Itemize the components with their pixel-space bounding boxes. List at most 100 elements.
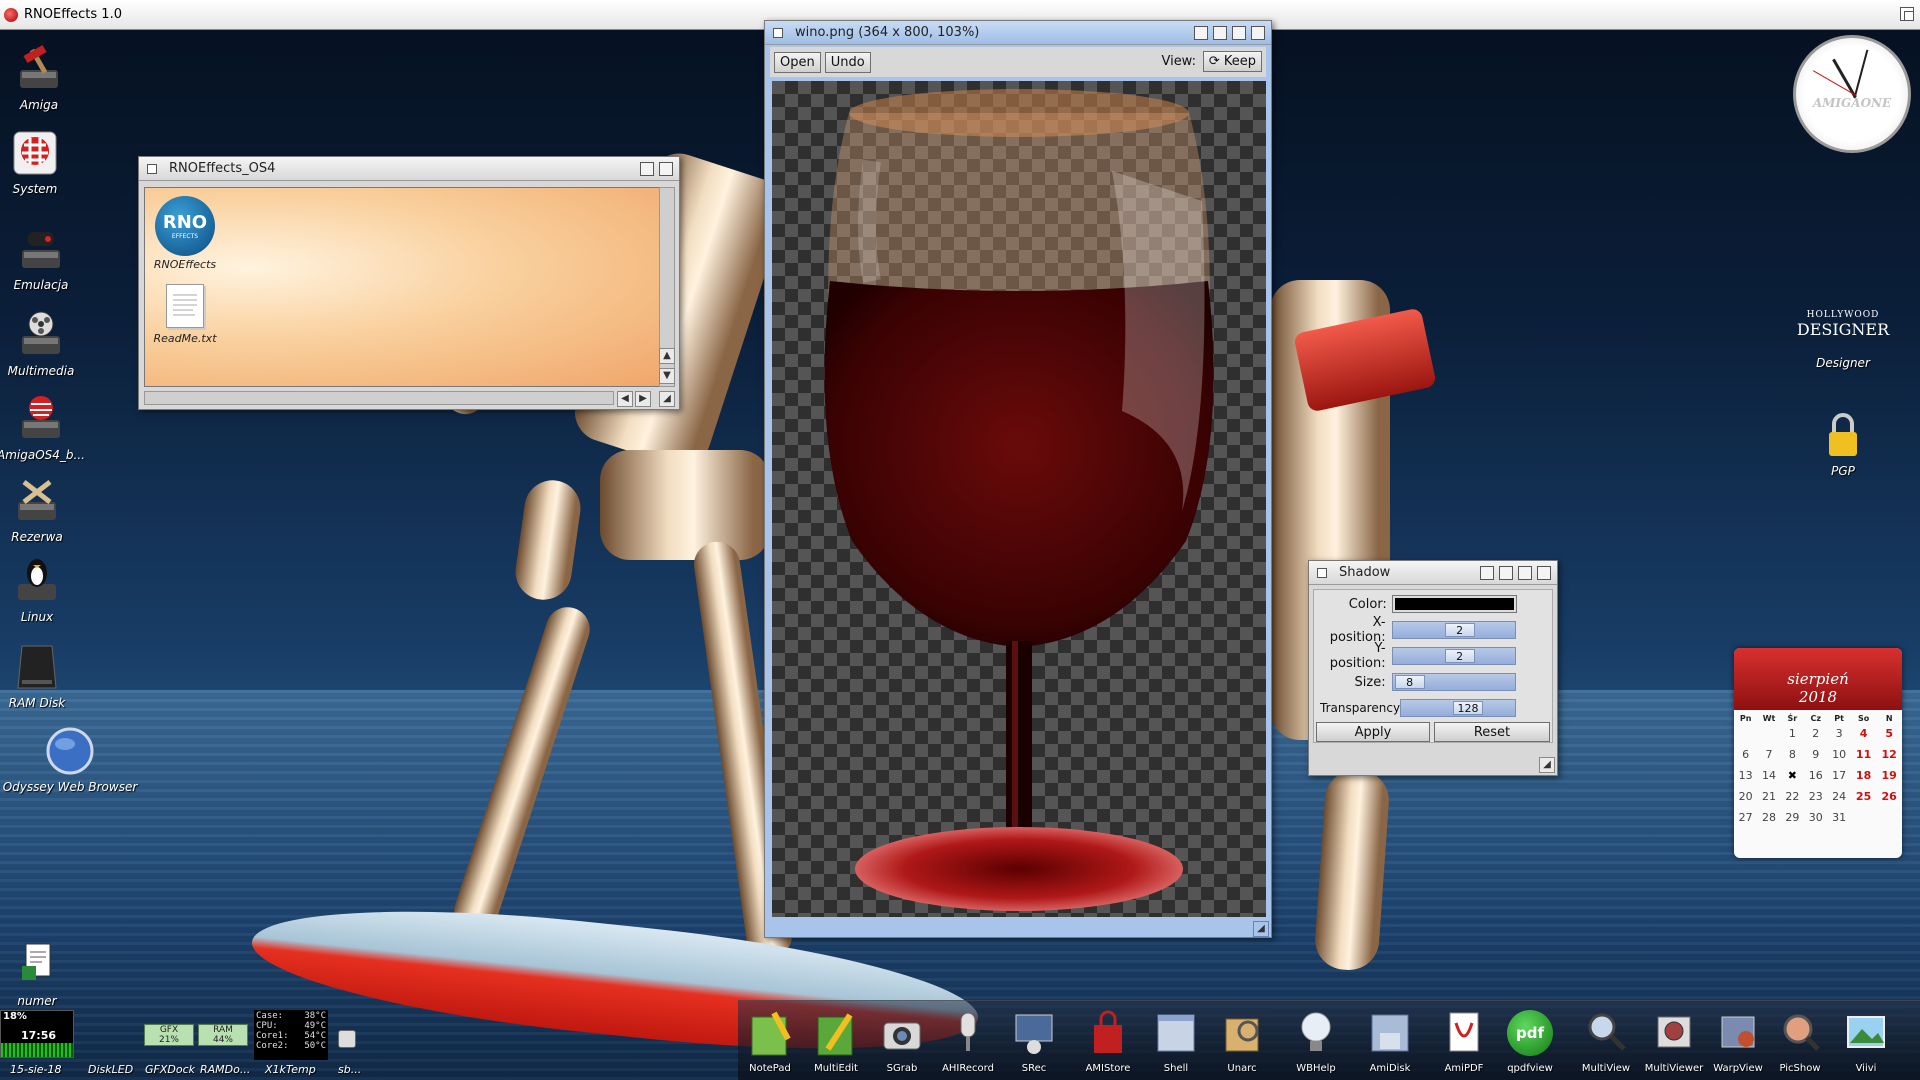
- dock-ahirecord[interactable]: AHIRecord: [936, 1007, 1000, 1074]
- xpos-knob[interactable]: 2: [1444, 623, 1475, 637]
- calendar-day[interactable]: 26: [1876, 786, 1902, 807]
- iconify-gadget[interactable]: [1194, 26, 1208, 40]
- desktop-icon-emulacja[interactable]: Emulacja: [0, 224, 86, 292]
- image-canvas[interactable]: [772, 81, 1266, 917]
- calendar-day[interactable]: 31: [1827, 807, 1850, 828]
- size-slider[interactable]: 8: [1391, 673, 1516, 691]
- calendar-day-today[interactable]: ✖: [1781, 765, 1804, 786]
- resize-gadget[interactable]: ◢: [1539, 757, 1555, 773]
- zoom-gadget[interactable]: [1499, 566, 1513, 580]
- desktop-icon-linux[interactable]: Linux: [0, 556, 82, 624]
- transparency-slider[interactable]: 128: [1400, 699, 1516, 717]
- calendar-day[interactable]: 16: [1804, 765, 1827, 786]
- dock-warpview[interactable]: WarpView: [1706, 1007, 1770, 1074]
- calendar-day[interactable]: 14: [1757, 765, 1780, 786]
- close-gadget[interactable]: [1317, 567, 1327, 578]
- calendar-day[interactable]: 11: [1851, 744, 1877, 765]
- keep-button[interactable]: ⟳ Keep: [1202, 51, 1262, 72]
- iconify-gadget[interactable]: [640, 162, 654, 176]
- depth-gadget[interactable]: [1537, 566, 1551, 580]
- depth-gadget[interactable]: [659, 162, 673, 176]
- scroll-left-arrow-icon[interactable]: ◀: [617, 391, 633, 407]
- calendar-day[interactable]: 29: [1781, 807, 1804, 828]
- dock-notepad[interactable]: NotePad: [738, 1007, 802, 1074]
- horizontal-scrollbar[interactable]: [144, 391, 614, 405]
- desktop-icon-system[interactable]: System: [0, 128, 80, 196]
- dock-wbhelp[interactable]: WBHelp: [1284, 1007, 1348, 1074]
- drawer-window[interactable]: RNOEffects_OS4 RNO EFFECTS RNOEffects Re…: [138, 156, 680, 410]
- desktop-icon-amiga[interactable]: Amiga: [0, 44, 84, 112]
- gfx-docklet[interactable]: GFX 21%: [144, 1024, 194, 1046]
- calendar-day[interactable]: 22: [1781, 786, 1804, 807]
- close-gadget[interactable]: [147, 163, 157, 174]
- calendar-day[interactable]: 5: [1876, 723, 1902, 744]
- desktop-icon-numer[interactable]: numer: [0, 940, 82, 1008]
- calendar-day[interactable]: 23: [1804, 786, 1827, 807]
- drawer-title-bar[interactable]: RNOEffects_OS4: [139, 157, 679, 181]
- calendar-day[interactable]: 10: [1827, 744, 1850, 765]
- temperature-docklet[interactable]: Case: 38°C CPU: 49°C Core1: 54°C Core2: …: [254, 1010, 328, 1060]
- dock-srec[interactable]: SRec: [1002, 1007, 1066, 1074]
- fullscreen-gadget[interactable]: [1518, 566, 1532, 580]
- calendar-day[interactable]: 28: [1757, 807, 1780, 828]
- calendar-day[interactable]: [1734, 723, 1757, 744]
- desktop-icon-rezerwa[interactable]: Rezerwa: [0, 476, 82, 544]
- xpos-slider[interactable]: 2: [1391, 621, 1516, 639]
- calendar-day[interactable]: 18: [1851, 765, 1877, 786]
- vertical-scrollbar[interactable]: ▲ ▼: [659, 187, 675, 387]
- calendar-day[interactable]: 13: [1734, 765, 1757, 786]
- desktop-icon-odyssey[interactable]: Odyssey Web Browser: [2, 726, 138, 794]
- desktop-icon-amigaos4[interactable]: AmigaOS4_b...: [0, 394, 86, 462]
- calendar-day[interactable]: 1: [1781, 723, 1804, 744]
- dock-viivi[interactable]: Viivi: [1834, 1007, 1898, 1074]
- size-knob[interactable]: 8: [1394, 675, 1425, 689]
- depth-gadget[interactable]: [1251, 26, 1265, 40]
- dock-multiview[interactable]: MultiView: [1574, 1007, 1638, 1074]
- cpu-docklet[interactable]: 18% 17:56: [0, 1010, 74, 1058]
- dock-qpdfview[interactable]: pdf qpdfview: [1498, 1007, 1562, 1074]
- color-swatch[interactable]: [1391, 595, 1518, 613]
- open-button[interactable]: Open: [774, 51, 821, 73]
- calendar-day[interactable]: 24: [1827, 786, 1850, 807]
- calendar-day[interactable]: 20: [1734, 786, 1757, 807]
- dock-sgrab[interactable]: SGrab: [870, 1007, 934, 1074]
- ram-docklet[interactable]: RAM 44%: [198, 1024, 248, 1046]
- calendar-day[interactable]: 30: [1804, 807, 1827, 828]
- calendar-day[interactable]: 27: [1734, 807, 1757, 828]
- dock-picshow[interactable]: PicShow: [1768, 1007, 1832, 1074]
- dock-multiviewer[interactable]: MultiViewer: [1642, 1007, 1706, 1074]
- calendar-day[interactable]: 19: [1876, 765, 1902, 786]
- calendar-day[interactable]: [1851, 807, 1877, 828]
- shadow-title-bar[interactable]: Shadow: [1309, 561, 1557, 585]
- scroll-up-arrow-icon[interactable]: ▲: [659, 348, 675, 364]
- scroll-right-arrow-icon[interactable]: ▶: [635, 391, 651, 407]
- transparency-knob[interactable]: 128: [1453, 701, 1483, 715]
- calendar-day[interactable]: [1757, 723, 1780, 744]
- viewer-title-bar[interactable]: wino.png (364 x 800, 103%): [765, 21, 1271, 45]
- calendar-day[interactable]: 17: [1827, 765, 1850, 786]
- rno-effects-item[interactable]: RNO EFFECTS RNOEffects: [149, 196, 221, 271]
- image-viewer-window[interactable]: wino.png (364 x 800, 103%) Open Undo Vie…: [764, 20, 1272, 938]
- sb-docklet-icon[interactable]: [338, 1030, 356, 1048]
- iconify-gadget[interactable]: [1480, 566, 1494, 580]
- dock-amipdf[interactable]: AmiPDF: [1432, 1007, 1496, 1074]
- reset-button[interactable]: Reset: [1434, 722, 1550, 742]
- dock-shell[interactable]: Shell: [1144, 1007, 1208, 1074]
- readme-item[interactable]: ReadMe.txt: [149, 284, 221, 345]
- desktop-icon-pgp[interactable]: PGP: [1798, 410, 1888, 478]
- calendar-day[interactable]: 21: [1757, 786, 1780, 807]
- undo-button[interactable]: Undo: [824, 51, 871, 73]
- desktop-icon-multimedia[interactable]: Multimedia: [0, 310, 86, 378]
- desktop-icon-ram-disk[interactable]: RAM Disk: [0, 642, 82, 710]
- zoom-gadget[interactable]: [1213, 26, 1227, 40]
- dock-amidisk[interactable]: AmiDisk: [1358, 1007, 1422, 1074]
- calendar-day[interactable]: [1876, 807, 1902, 828]
- calendar-day[interactable]: 4: [1851, 723, 1877, 744]
- dock-unarc[interactable]: Unarc: [1210, 1007, 1274, 1074]
- dock-amistore[interactable]: AMIStore: [1076, 1007, 1140, 1074]
- shadow-dialog[interactable]: Shadow Color: X-position: 2 Y-position: …: [1308, 560, 1558, 776]
- ypos-knob[interactable]: 2: [1444, 649, 1475, 663]
- calendar-day[interactable]: 8: [1781, 744, 1804, 765]
- apply-button[interactable]: Apply: [1316, 722, 1430, 742]
- ypos-slider[interactable]: 2: [1391, 647, 1516, 665]
